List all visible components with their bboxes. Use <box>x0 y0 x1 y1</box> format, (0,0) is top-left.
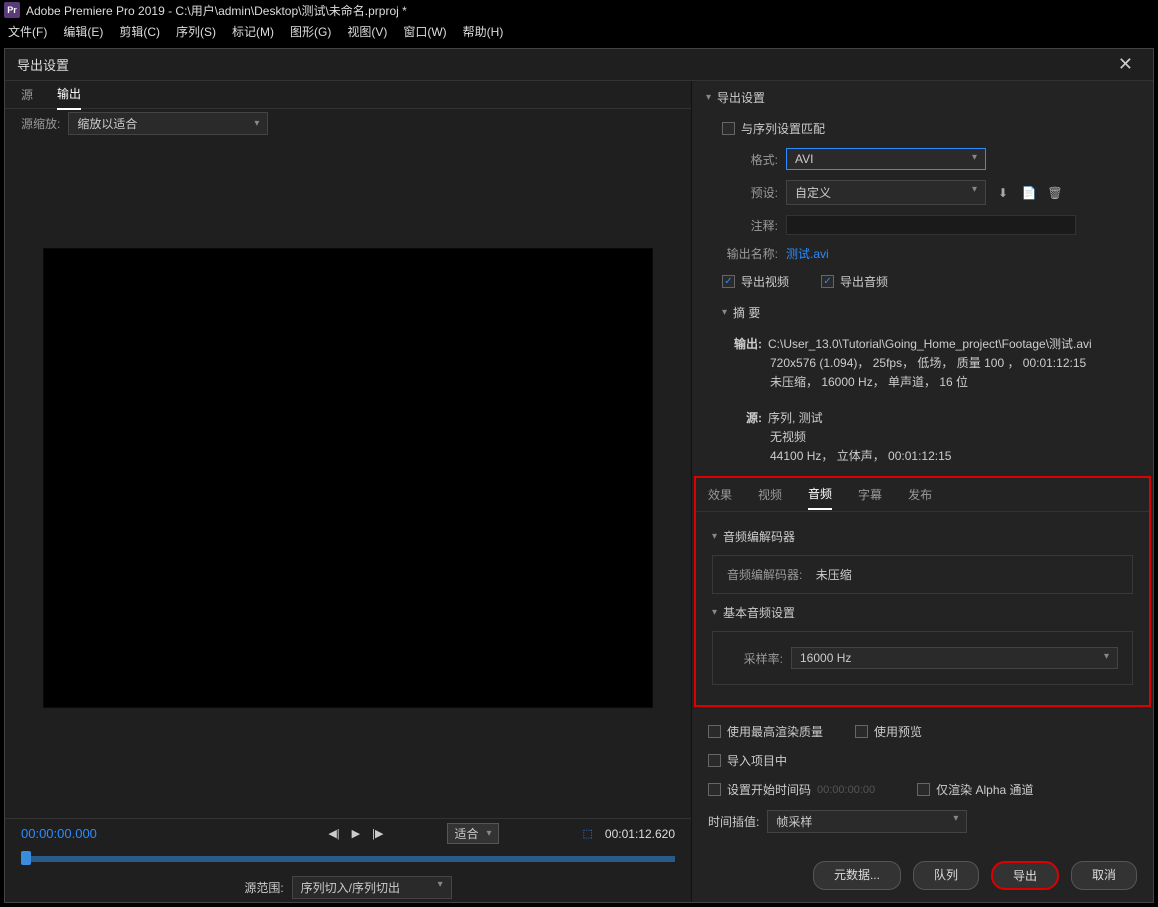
checkbox-start-timecode[interactable] <box>708 783 721 796</box>
export-settings-header[interactable]: ▾ 导出设置 <box>692 81 1153 114</box>
tab-video[interactable]: 视频 <box>758 480 782 509</box>
menu-sequence[interactable]: 序列(S) <box>172 21 220 42</box>
label-max-quality: 使用最高渲染质量 <box>727 723 823 740</box>
scale-label: 源缩放: <box>21 115 60 132</box>
source-range-row: 源范围: 序列切入/序列切出 <box>5 872 691 902</box>
summary-header[interactable]: ▾ 摘 要 <box>722 296 1129 329</box>
checkbox-export-audio[interactable] <box>821 275 834 288</box>
basic-audio-box: 采样率: 16000 Hz <box>712 631 1133 685</box>
highlighted-audio-region: 效果 视频 音频 字幕 发布 ▾ 音频编解码器 音频编解码器: 未压缩 <box>694 476 1151 707</box>
comment-input[interactable] <box>786 215 1076 235</box>
tab-output[interactable]: 输出 <box>57 81 81 110</box>
basic-audio-header[interactable]: ▾ 基本音频设置 <box>712 600 1133 625</box>
comment-label: 注释: <box>722 217 778 234</box>
format-label: 格式: <box>722 151 778 168</box>
label-export-video: 导出视频 <box>741 273 789 290</box>
start-timecode-value: 00:00:00:00 <box>817 784 875 796</box>
preview-panel: 源 输出 源缩放: 缩放以适合 00:00:00.000 ◀| ▶ |▶ 适合 … <box>5 81 692 902</box>
audio-codec-header[interactable]: ▾ 音频编解码器 <box>712 524 1133 549</box>
preview-area <box>5 137 691 818</box>
preview-canvas <box>43 248 653 708</box>
settings-panel: ▾ 导出设置 与序列设置匹配 格式: AVI 预设: 自定义 ⬇ 📄 🗑 <box>692 81 1153 902</box>
tab-source[interactable]: 源 <box>21 81 33 109</box>
close-icon[interactable]: ✕ <box>1110 54 1141 75</box>
tab-captions[interactable]: 字幕 <box>858 480 882 509</box>
preset-label: 预设: <box>722 184 778 201</box>
checkbox-export-video[interactable] <box>722 275 735 288</box>
label-export-audio: 导出音频 <box>840 273 888 290</box>
menu-edit[interactable]: 编辑(E) <box>59 21 107 42</box>
menu-graphics[interactable]: 图形(G) <box>286 21 335 42</box>
chevron-down-icon: ▾ <box>712 531 717 542</box>
chevron-down-icon: ▾ <box>722 307 727 318</box>
footer-buttons: 元数据... 队列 导出 取消 <box>692 849 1153 902</box>
timecode-duration: 00:01:12.620 <box>605 827 675 841</box>
timecode-current[interactable]: 00:00:00.000 <box>21 826 97 841</box>
step-fwd-icon[interactable]: |▶ <box>372 827 383 840</box>
menu-bar: 文件(F) 编辑(E) 剪辑(C) 序列(S) 标记(M) 图形(G) 视图(V… <box>0 20 1158 42</box>
source-range-dropdown[interactable]: 序列切入/序列切出 <box>292 876 452 899</box>
menu-view[interactable]: 视图(V) <box>343 21 391 42</box>
save-preset-icon[interactable]: ⬇ <box>994 184 1012 202</box>
chevron-down-icon: ▾ <box>706 92 711 103</box>
summary-source: 源:序列, 测试 无视频 44100 Hz， 立体声， 00:01:12:15 <box>722 403 1129 477</box>
bottom-options: 使用最高渲染质量 使用预览 导入项目中 设置开始时间码 00:00:00:00 … <box>692 707 1153 849</box>
tab-publish[interactable]: 发布 <box>908 480 932 509</box>
checkbox-render-alpha[interactable] <box>917 783 930 796</box>
cancel-button[interactable]: 取消 <box>1071 861 1137 890</box>
checkbox-import-project[interactable] <box>708 754 721 767</box>
delete-preset-icon[interactable]: 🗑 <box>1046 184 1064 202</box>
transport-bar: 00:00:00.000 ◀| ▶ |▶ 适合 ⬚ 00:01:12.620 <box>5 818 691 848</box>
metadata-button[interactable]: 元数据... <box>813 861 901 890</box>
aspect-lock-icon[interactable]: ⬚ <box>583 827 593 840</box>
label-use-preview: 使用预览 <box>874 723 922 740</box>
summary-output: 输出:C:\User_13.0\Tutorial\Going_Home_proj… <box>722 329 1129 403</box>
checkbox-match-sequence[interactable] <box>722 122 735 135</box>
menu-window[interactable]: 窗口(W) <box>399 21 450 42</box>
label-match-sequence: 与序列设置匹配 <box>741 120 825 137</box>
time-interp-dropdown[interactable]: 帧采样 <box>767 810 967 833</box>
audio-codec-label: 音频编解码器: <box>727 568 802 582</box>
tab-audio[interactable]: 音频 <box>808 479 832 510</box>
menu-help[interactable]: 帮助(H) <box>459 21 508 42</box>
scale-dropdown[interactable]: 缩放以适合 <box>68 112 268 135</box>
dialog-header: 导出设置 ✕ <box>5 49 1153 81</box>
tab-effects[interactable]: 效果 <box>708 480 732 509</box>
export-button[interactable]: 导出 <box>991 861 1059 890</box>
preset-dropdown[interactable]: 自定义 <box>786 180 986 205</box>
zoom-fit-dropdown[interactable]: 适合 <box>447 823 498 844</box>
title-bar: Pr Adobe Premiere Pro 2019 - C:\用户\admin… <box>0 0 1158 20</box>
timeline[interactable] <box>5 848 691 872</box>
step-back-icon[interactable]: ◀| <box>328 827 339 840</box>
queue-button[interactable]: 队列 <box>913 861 979 890</box>
export-dialog: 导出设置 ✕ 源 输出 源缩放: 缩放以适合 00:00:00.000 ◀| ▶… <box>4 48 1154 903</box>
label-import-project: 导入项目中 <box>727 752 787 769</box>
time-interp-label: 时间插值: <box>708 813 759 830</box>
sample-rate-dropdown[interactable]: 16000 Hz <box>791 647 1118 669</box>
checkbox-use-preview[interactable] <box>855 725 868 738</box>
checkbox-max-quality[interactable] <box>708 725 721 738</box>
audio-codec-box: 音频编解码器: 未压缩 <box>712 555 1133 594</box>
app-icon: Pr <box>4 2 20 18</box>
label-start-timecode: 设置开始时间码 <box>727 781 811 798</box>
preview-tabs: 源 输出 <box>5 81 691 109</box>
output-name-label: 输出名称: <box>722 245 778 262</box>
output-name-link[interactable]: 测试.avi <box>786 245 829 262</box>
app-title: Adobe Premiere Pro 2019 - C:\用户\admin\De… <box>26 2 407 19</box>
playhead[interactable] <box>21 851 31 865</box>
source-range-label: 源范围: <box>244 879 283 896</box>
sample-rate-label: 采样率: <box>727 650 783 667</box>
label-render-alpha: 仅渲染 Alpha 通道 <box>936 781 1033 798</box>
format-dropdown[interactable]: AVI <box>786 148 986 170</box>
menu-markers[interactable]: 标记(M) <box>228 21 278 42</box>
scale-row: 源缩放: 缩放以适合 <box>5 109 691 137</box>
menu-clip[interactable]: 剪辑(C) <box>115 21 164 42</box>
audio-codec-value: 未压缩 <box>816 568 852 582</box>
chevron-down-icon: ▾ <box>712 607 717 618</box>
dialog-title: 导出设置 <box>17 55 69 74</box>
play-icon[interactable]: ▶ <box>352 827 360 840</box>
settings-tabs: 效果 视频 音频 字幕 发布 <box>696 478 1149 512</box>
menu-file[interactable]: 文件(F) <box>4 21 51 42</box>
import-preset-icon[interactable]: 📄 <box>1020 184 1038 202</box>
